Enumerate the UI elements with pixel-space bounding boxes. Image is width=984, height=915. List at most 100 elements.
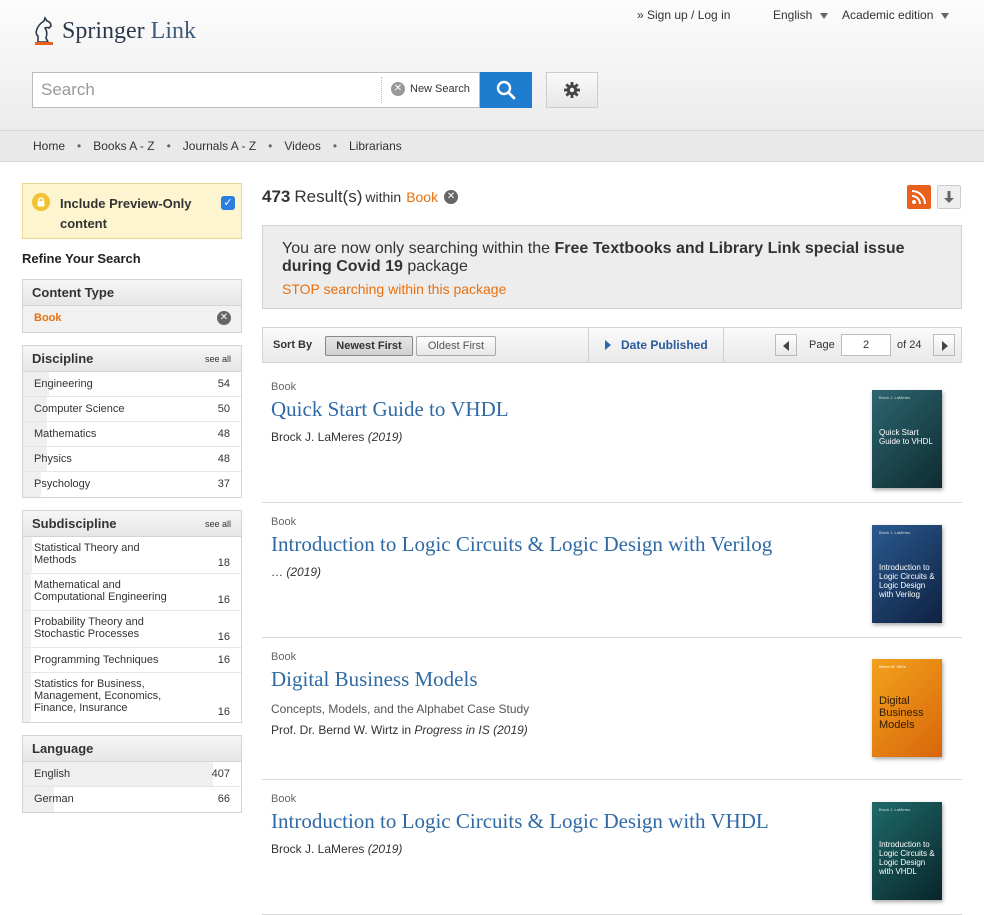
facet-item[interactable]: Physics 48	[23, 447, 241, 472]
facet-item-count: 16	[217, 594, 230, 606]
facet-item[interactable]: Psychology 37	[23, 472, 241, 497]
author-name[interactable]: Brock J. LaMeres	[271, 842, 364, 856]
toolbar-divider	[723, 328, 724, 362]
results-filter[interactable]: Book	[406, 189, 438, 205]
author-name[interactable]: Prof. Dr. Bernd W. Wirtz	[271, 723, 398, 737]
facet-item-count: 16	[217, 654, 230, 666]
stop-searching-link[interactable]: STOP searching within this package	[282, 281, 506, 297]
result-series[interactable]: Progress in IS	[414, 723, 489, 737]
result-title[interactable]: Introduction to Logic Circuits & Logic D…	[271, 809, 769, 834]
facet-item-label: Physics	[34, 453, 72, 465]
facet-item[interactable]: Engineering 54	[23, 372, 241, 397]
book-cover[interactable]: Brock J. LaMeres Quick Start Guide to VH…	[872, 390, 942, 488]
content-type-facet: Content Type Book ✕	[22, 279, 242, 333]
book-cover[interactable]: Brock J. LaMeres Introduction to Logic C…	[872, 802, 942, 900]
facet-header: Content Type	[23, 280, 241, 306]
language-select[interactable]: English	[773, 8, 829, 22]
cover-author: Bernd W. Wirtz	[879, 664, 906, 669]
result-title[interactable]: Introduction to Logic Circuits & Logic D…	[271, 532, 772, 557]
result-author: Prof. Dr. Bernd W. Wirtz in Progress in …	[271, 723, 528, 737]
cover-title: Quick Start Guide to VHDL	[879, 428, 933, 446]
nav-home[interactable]: Home	[33, 139, 65, 153]
facet-item-count: 16	[217, 631, 230, 643]
facet-item[interactable]: Computer Science 50	[23, 397, 241, 422]
facet-bar	[23, 537, 32, 573]
facet-item[interactable]: German 66	[23, 787, 241, 812]
result-year: (2019)	[367, 842, 403, 856]
discipline-facet: Discipline see all Engineering 54 Compute…	[22, 345, 242, 498]
date-published-toggle[interactable]: Date Published	[605, 338, 708, 352]
search-settings-button[interactable]	[546, 72, 598, 108]
result-type: Book	[271, 793, 297, 805]
remove-filter-icon[interactable]: ✕	[217, 311, 231, 325]
remove-filter-icon[interactable]: ✕	[444, 190, 459, 204]
facet-item[interactable]: Statistical Theory and Methods 18	[23, 537, 241, 574]
book-cover[interactable]: Bernd W. Wirtz Digital Business Models	[872, 659, 942, 757]
facet-item-label: Mathematics	[34, 428, 97, 440]
author-name[interactable]: …	[271, 565, 283, 579]
package-notice-text: You are now only searching within the Fr…	[282, 240, 942, 276]
result-author: Brock J. LaMeres (2019)	[271, 842, 402, 856]
search-input[interactable]	[33, 73, 381, 107]
facet-item[interactable]: English 407	[23, 762, 241, 787]
triangle-right-icon	[605, 340, 611, 350]
facet-title: Language	[32, 741, 94, 756]
facet-item-label: Statistical Theory and Methods	[34, 542, 140, 566]
springer-link-logo[interactable]: Springer Link	[32, 16, 196, 46]
new-search-button[interactable]: ✕ New Search	[391, 82, 470, 96]
horse-chess-icon	[35, 16, 53, 45]
rss-feed-button[interactable]	[907, 185, 931, 209]
book-cover[interactable]: Brock J. LaMeres Introduction to Logic C…	[872, 525, 942, 623]
facet-bar	[23, 611, 31, 647]
nav-librarians[interactable]: Librarians	[349, 139, 402, 153]
facet-bar	[23, 574, 31, 610]
result-title[interactable]: Quick Start Guide to VHDL	[271, 397, 509, 422]
nav-books-az[interactable]: Books A - Z	[93, 139, 154, 153]
nav-separator: •	[332, 139, 338, 153]
facet-item[interactable]: Mathematical and Computational Engineeri…	[23, 574, 241, 611]
package-notice: You are now only searching within the Fr…	[262, 225, 962, 309]
nav-journals-az[interactable]: Journals A - Z	[183, 139, 256, 153]
next-page-button[interactable]	[933, 334, 955, 356]
preview-only-label: Include Preview-Only content	[60, 196, 192, 231]
signup-login-link[interactable]: » Sign up / Log in	[637, 8, 730, 22]
nav-separator: •	[268, 139, 273, 153]
facet-item[interactable]: Programming Techniques 16	[23, 648, 241, 673]
search-button[interactable]	[480, 72, 532, 108]
facet-bar	[23, 673, 31, 722]
result-title[interactable]: Digital Business Models	[271, 667, 478, 692]
chevron-left-icon	[783, 341, 789, 351]
facet-item-count: 37	[217, 478, 230, 490]
result-item: Book Digital Business Models Concepts, M…	[262, 638, 962, 780]
preview-only-toggle[interactable]: Include Preview-Only content ✓	[22, 183, 242, 239]
result-year: (2019)	[493, 723, 528, 737]
page-number-input[interactable]	[841, 334, 891, 356]
facet-item[interactable]: Mathematics 48	[23, 422, 241, 447]
preview-only-checkbox[interactable]: ✓	[221, 196, 235, 210]
results-count: 473	[262, 187, 291, 206]
see-all-link[interactable]: see all	[205, 354, 231, 364]
result-author: Brock J. LaMeres (2019)	[271, 430, 402, 444]
facet-item-label: Probability Theory and Stochastic Proces…	[34, 616, 144, 640]
site-header: Springer Link » Sign up / Log in English…	[0, 0, 984, 130]
facet-item-label: Mathematical and Computational Engineeri…	[34, 579, 167, 603]
facet-item-label: Computer Science	[34, 403, 125, 415]
page-total: of 24	[897, 339, 922, 351]
sort-newest-button[interactable]: Newest First	[325, 336, 413, 356]
prev-page-button[interactable]	[775, 334, 797, 356]
edition-select[interactable]: Academic edition	[842, 8, 950, 22]
content-type-selected[interactable]: Book ✕	[23, 306, 241, 332]
facet-item-label: English	[34, 768, 71, 780]
facet-header: Language	[23, 736, 241, 762]
sort-oldest-button[interactable]: Oldest First	[416, 336, 496, 356]
cover-title: Digital Business Models	[879, 695, 924, 731]
author-name[interactable]: Brock J. LaMeres	[271, 430, 364, 444]
facet-item[interactable]: Probability Theory and Stochastic Proces…	[23, 611, 241, 648]
see-all-link[interactable]: see all	[205, 519, 231, 529]
nav-videos[interactable]: Videos	[284, 139, 320, 153]
facet-item-count: 50	[217, 403, 230, 415]
result-type: Book	[271, 651, 297, 663]
download-icon	[944, 191, 954, 203]
facet-item[interactable]: Statistics for Business, Management, Eco…	[23, 673, 241, 722]
download-results-button[interactable]	[937, 185, 961, 209]
